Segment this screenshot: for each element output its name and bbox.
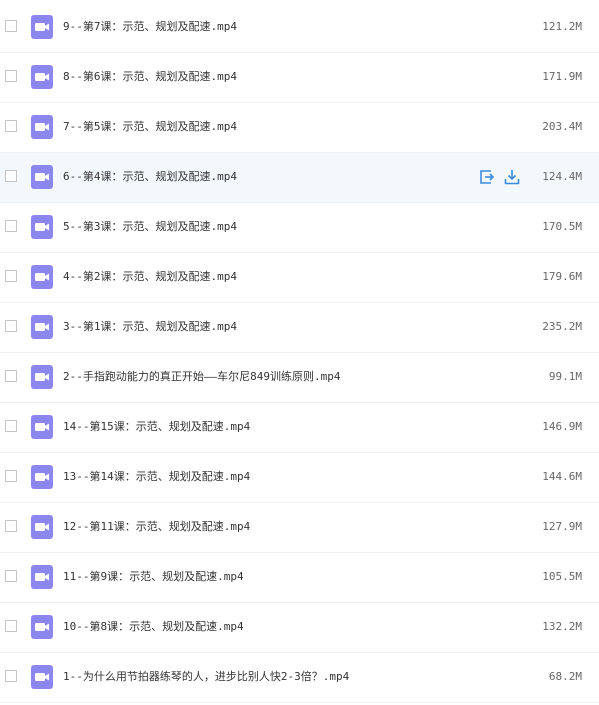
row-checkbox[interactable] [5, 470, 17, 482]
file-size: 203.4M [542, 120, 582, 133]
video-file-icon [31, 415, 53, 439]
file-row[interactable]: 5--第3课：示范、规划及配速.mp4 170.5M [0, 203, 599, 253]
file-row[interactable]: 11--第9课：示范、规划及配速.mp4 105.5M [0, 553, 599, 603]
file-row[interactable]: 6--第4课：示范、规划及配速.mp4 124.4M [0, 153, 599, 203]
video-file-icon [31, 615, 53, 639]
video-file-icon [31, 165, 53, 189]
video-file-icon [31, 515, 53, 539]
video-file-icon [31, 365, 53, 389]
file-name[interactable]: 8--第6课：示范、规划及配速.mp4 [63, 70, 237, 84]
video-file-icon [31, 15, 53, 39]
file-size: 146.9M [542, 420, 582, 433]
file-row[interactable]: 10--第8课：示范、规划及配速.mp4 132.2M [0, 603, 599, 653]
row-checkbox[interactable] [5, 170, 17, 182]
file-size: 68.2M [548, 670, 582, 683]
file-row[interactable]: 1--为什么用节拍器练琴的人，进步比别人快2-3倍？.mp4 68.2M [0, 653, 599, 703]
video-file-icon [31, 115, 53, 139]
file-size: 121.2M [542, 20, 582, 33]
row-checkbox[interactable] [5, 270, 17, 282]
share-icon[interactable] [478, 168, 496, 186]
download-icon[interactable] [503, 168, 521, 186]
file-size: 124.4M [542, 170, 582, 183]
file-row[interactable]: 7--第5课：示范、规划及配速.mp4 203.4M [0, 103, 599, 153]
video-file-icon [31, 665, 53, 689]
file-name[interactable]: 12--第11课：示范、规划及配速.mp4 [63, 520, 250, 534]
video-file-icon [31, 215, 53, 239]
video-file-icon [31, 265, 53, 289]
row-checkbox[interactable] [5, 520, 17, 532]
row-checkbox[interactable] [5, 220, 17, 232]
row-checkbox[interactable] [5, 70, 17, 82]
file-name[interactable]: 11--第9课：示范、规划及配速.mp4 [63, 570, 244, 584]
file-name[interactable]: 7--第5课：示范、规划及配速.mp4 [63, 120, 237, 134]
file-row[interactable]: 4--第2课：示范、规划及配速.mp4 179.6M [0, 253, 599, 303]
file-name[interactable]: 10--第8课：示范、规划及配速.mp4 [63, 620, 244, 634]
file-size: 132.2M [542, 620, 582, 633]
file-row[interactable]: 9--第7课：示范、规划及配速.mp4 121.2M [0, 3, 599, 53]
file-name[interactable]: 2--手指跑动能力的真正开始——车尔尼849训练原则.mp4 [63, 370, 340, 384]
file-name[interactable]: 9--第7课：示范、规划及配速.mp4 [63, 20, 237, 34]
file-size: 144.6M [542, 470, 582, 483]
file-list: 9--第7课：示范、规划及配速.mp4 121.2M 8--第6课：示范、规划及配速… [0, 3, 599, 703]
file-row[interactable]: 2--手指跑动能力的真正开始——车尔尼849训练原则.mp4 99.1M [0, 353, 599, 403]
file-row[interactable]: 8--第6课：示范、规划及配速.mp4 171.9M [0, 53, 599, 103]
video-file-icon [31, 65, 53, 89]
file-size: 105.5M [542, 570, 582, 583]
file-size: 127.9M [542, 520, 582, 533]
file-size: 235.2M [542, 320, 582, 333]
row-checkbox[interactable] [5, 420, 17, 432]
file-size: 179.6M [542, 270, 582, 283]
file-row[interactable]: 13--第14课：示范、规划及配速.mp4 144.6M [0, 453, 599, 503]
video-file-icon [31, 565, 53, 589]
file-row[interactable]: 14--第15课：示范、规划及配速.mp4 146.9M [0, 403, 599, 453]
file-name[interactable]: 1--为什么用节拍器练琴的人，进步比别人快2-3倍？.mp4 [63, 670, 349, 684]
row-checkbox[interactable] [5, 570, 17, 582]
row-checkbox[interactable] [5, 670, 17, 682]
row-checkbox[interactable] [5, 620, 17, 632]
file-name[interactable]: 4--第2课：示范、规划及配速.mp4 [63, 270, 237, 284]
file-size: 171.9M [542, 70, 582, 83]
file-name[interactable]: 13--第14课：示范、规划及配速.mp4 [63, 470, 250, 484]
row-checkbox[interactable] [5, 120, 17, 132]
file-row[interactable]: 12--第11课：示范、规划及配速.mp4 127.9M [0, 503, 599, 553]
file-row[interactable]: 3--第1课：示范、规划及配速.mp4 235.2M [0, 303, 599, 353]
file-name[interactable]: 14--第15课：示范、规划及配速.mp4 [63, 420, 250, 434]
file-name[interactable]: 6--第4课：示范、规划及配速.mp4 [63, 170, 237, 184]
file-size: 170.5M [542, 220, 582, 233]
video-file-icon [31, 315, 53, 339]
video-file-icon [31, 465, 53, 489]
file-name[interactable]: 3--第1课：示范、规划及配速.mp4 [63, 320, 237, 334]
file-name[interactable]: 5--第3课：示范、规划及配速.mp4 [63, 220, 237, 234]
row-checkbox[interactable] [5, 320, 17, 332]
row-checkbox[interactable] [5, 20, 17, 32]
row-checkbox[interactable] [5, 370, 17, 382]
file-size: 99.1M [548, 370, 582, 383]
